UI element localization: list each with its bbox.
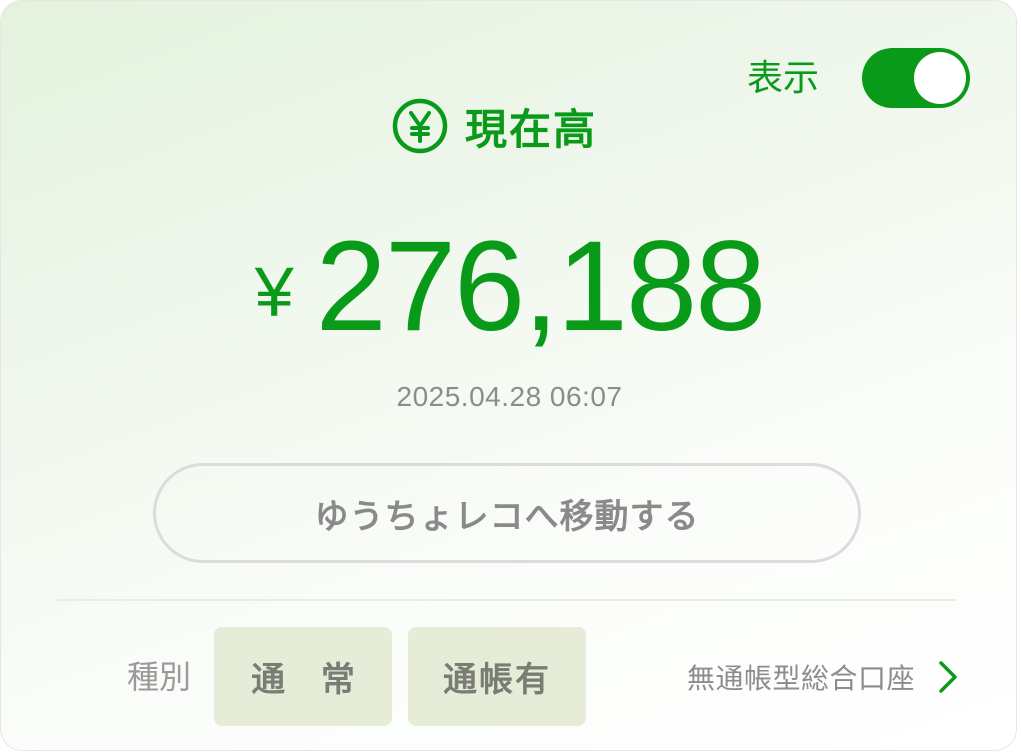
- display-toggle[interactable]: [862, 48, 970, 108]
- balance-amount: ¥276,188: [1, 213, 1016, 360]
- account-type-label: 種別: [127, 658, 192, 696]
- page-title: 現在高: [465, 104, 598, 154]
- divider: [57, 599, 957, 601]
- account-type-link-label: 無通帳型総合口座: [687, 662, 916, 695]
- account-type-chip-normal: 通 常: [214, 627, 392, 726]
- account-type-link[interactable]: 無通帳型総合口座: [687, 657, 959, 697]
- chevron-right-icon: [939, 661, 957, 693]
- balance-card: 表示 現在高 ¥276,188 2025.04.28 06:07 ゆうちょレコへ…: [0, 0, 1017, 751]
- move-to-yucho-reco-button[interactable]: ゆうちょレコへ移動する: [153, 463, 861, 563]
- display-toggle-label: 表示: [747, 58, 820, 99]
- yen-circle-icon: [392, 98, 448, 154]
- account-type-chip-passbook: 通帳有: [408, 627, 586, 726]
- balance-value: 276,188: [315, 215, 767, 358]
- balance-timestamp: 2025.04.28 06:07: [396, 381, 623, 412]
- currency-symbol: ¥: [254, 253, 294, 331]
- balance-title: 現在高: [391, 96, 597, 156]
- toggle-knob: [914, 52, 966, 104]
